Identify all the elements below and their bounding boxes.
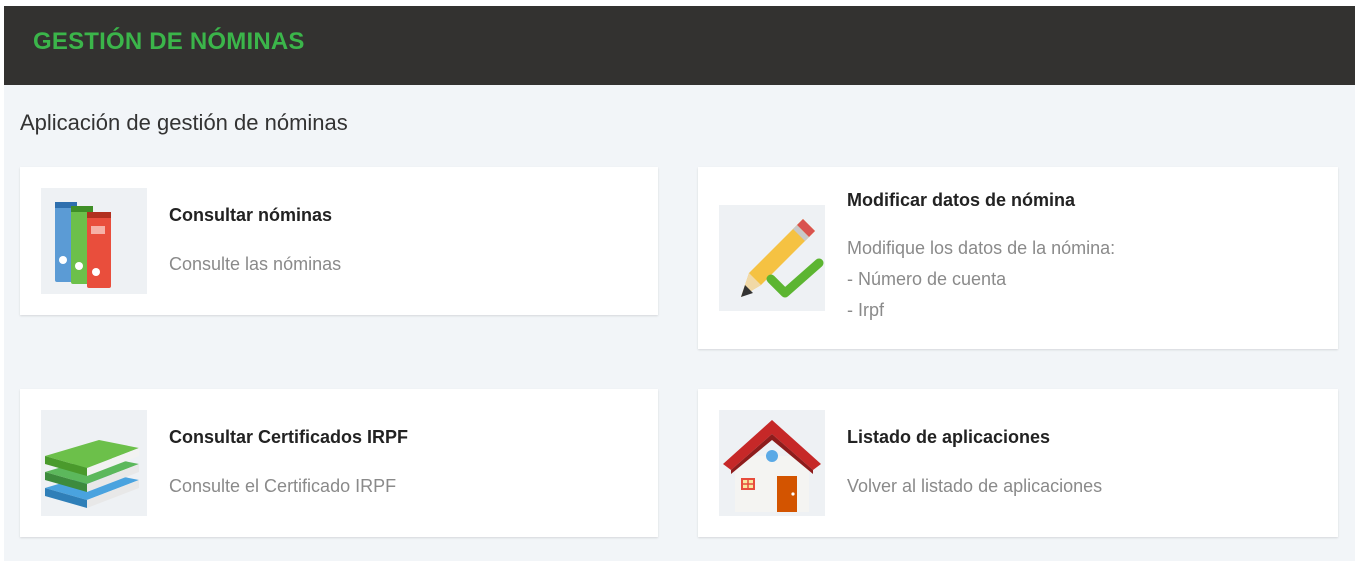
card-listado-aplicaciones[interactable]: Listado de aplicaciones Volver al listad… (698, 389, 1338, 537)
app-title: GESTIÓN DE NÓMINAS (33, 28, 305, 55)
card-description: Volver al listado de aplicaciones (847, 476, 1103, 496)
header-bar: GESTIÓN DE NÓMINAS (4, 6, 1355, 85)
card-title: Listado de aplicaciones (847, 427, 1051, 447)
app-frame: GESTIÓN DE NÓMINAS Aplicación de gestión… (4, 6, 1355, 561)
card-description-line: Modifique los datos de la nómina: (847, 238, 1116, 258)
pencil-check-icon (719, 205, 825, 311)
card-description-line: - Número de cuenta (847, 269, 1007, 289)
card-title: Consultar Certificados IRPF (169, 427, 409, 447)
home-icon (719, 410, 825, 516)
card-description: Consulte las nóminas (169, 254, 342, 274)
card-description-line: - Irpf (847, 300, 885, 320)
card-modificar-datos[interactable]: Modificar datos de nómina Modifique los … (698, 167, 1338, 349)
binders-icon (41, 188, 147, 294)
card-description: Consulte el Certificado IRPF (169, 476, 397, 496)
page-subtitle: Aplicación de gestión de nóminas (20, 110, 348, 135)
card-consultar-certificados[interactable]: Consultar Certificados IRPF Consulte el … (20, 389, 658, 537)
card-title: Modificar datos de nómina (847, 190, 1076, 210)
card-consultar-nominas[interactable]: Consultar nóminas Consulte las nóminas (20, 167, 658, 315)
card-title: Consultar nóminas (169, 205, 333, 225)
stacked-folders-icon (41, 410, 147, 516)
